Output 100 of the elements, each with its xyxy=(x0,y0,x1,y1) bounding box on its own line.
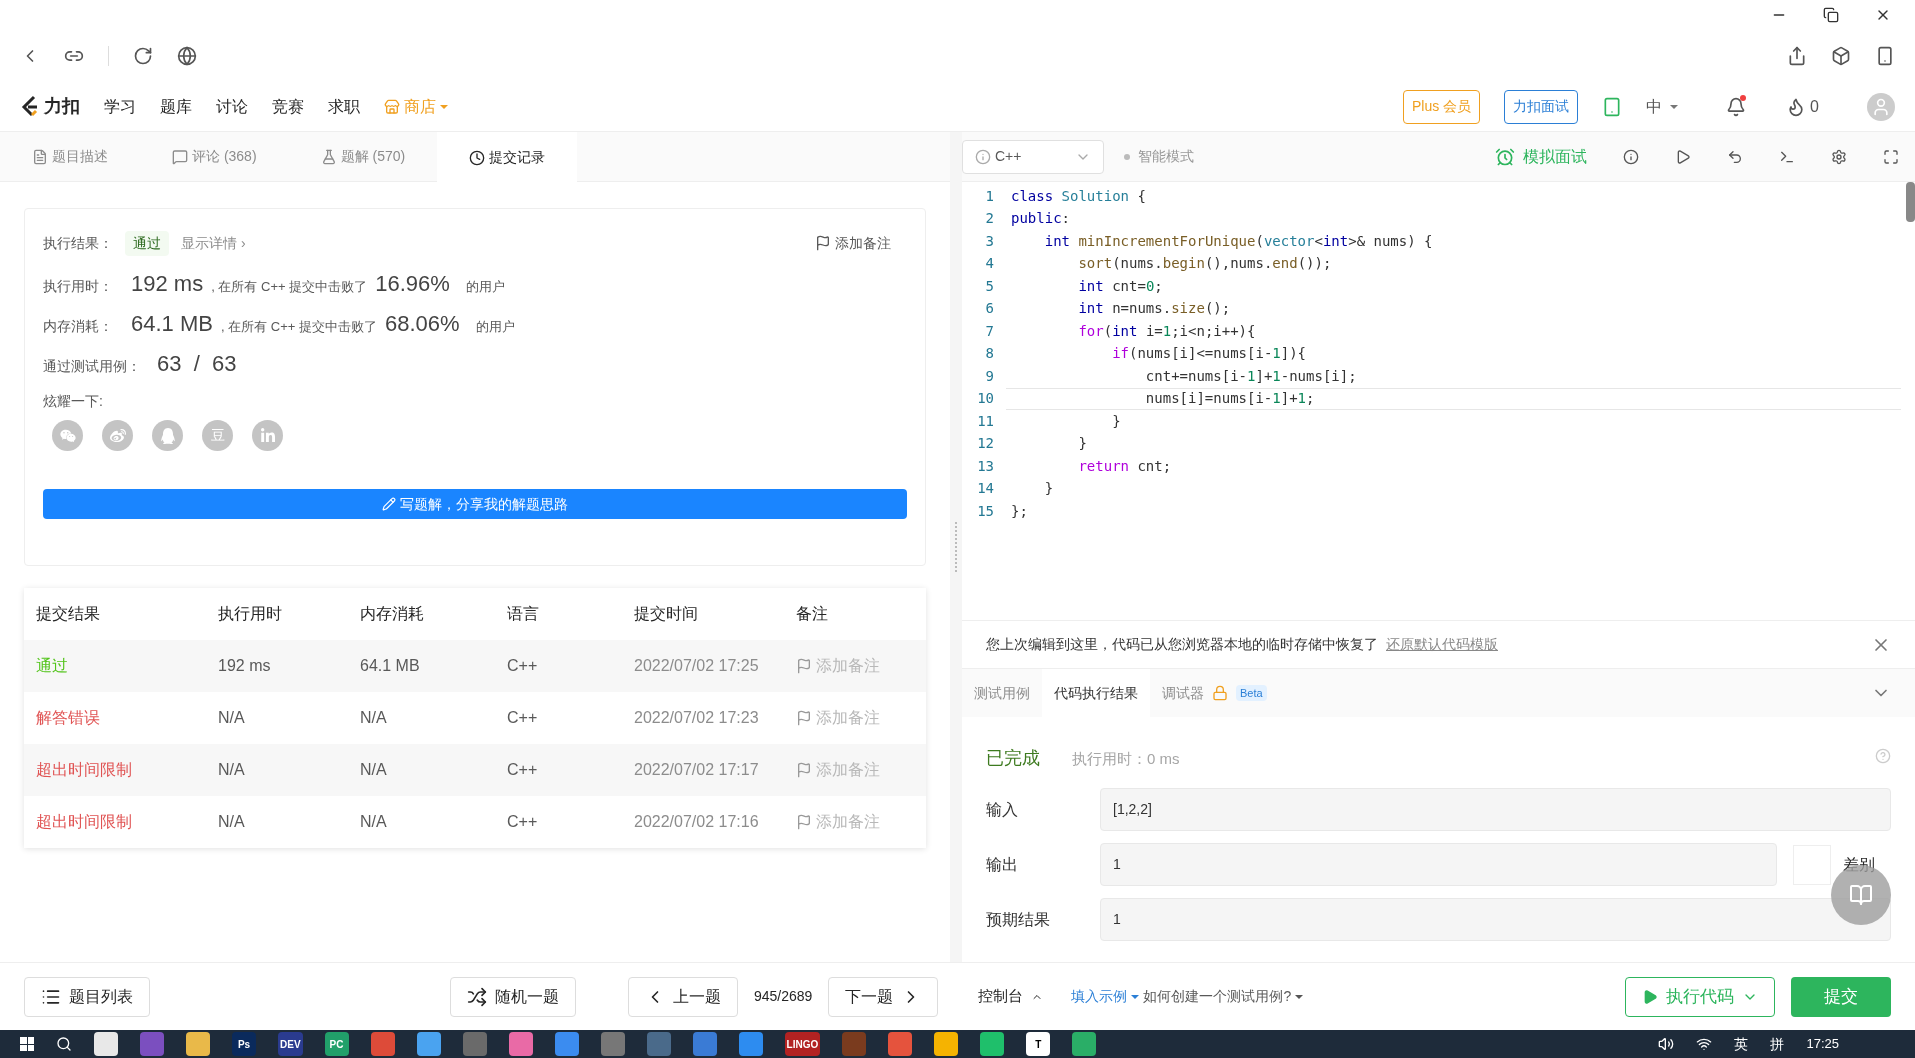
console-tab[interactable]: 代码执行结果 xyxy=(1042,669,1150,717)
weibo-icon xyxy=(109,427,126,444)
details-link[interactable]: 显示详情 › xyxy=(181,232,246,254)
column-header: 提交结果 xyxy=(36,604,101,624)
volume-icon[interactable] xyxy=(1658,1036,1675,1052)
plus-member-button[interactable]: Plus 会员 xyxy=(1402,89,1481,124)
panel-tab[interactable]: 评论 (368) xyxy=(140,132,289,181)
line-number: 5 xyxy=(984,276,995,296)
nav-link[interactable]: 竞赛 xyxy=(272,94,304,119)
nav-link[interactable]: 题库 xyxy=(160,94,192,119)
language-menu[interactable]: 中 xyxy=(1646,94,1679,119)
language-select[interactable]: C++ xyxy=(962,139,1104,174)
diff-toggle[interactable] xyxy=(1793,844,1831,885)
console-tab[interactable]: 调试器 Beta xyxy=(1150,669,1279,717)
random-problem-button[interactable]: 随机一题 xyxy=(450,976,576,1017)
clock[interactable]: 17:25 xyxy=(1806,1034,1839,1054)
line-number: 4 xyxy=(984,254,995,274)
smart-mode-toggle[interactable]: 智能模式 xyxy=(1138,146,1194,167)
problem-list-button[interactable]: 题目列表 xyxy=(24,976,150,1017)
phone-icon[interactable] xyxy=(1875,46,1895,66)
previous-button[interactable]: 上一题 xyxy=(628,976,738,1017)
reset-icon[interactable] xyxy=(1727,148,1743,165)
app-icon[interactable]: PC xyxy=(324,1032,349,1056)
status-text[interactable]: 解答错误 xyxy=(36,706,218,730)
app-icon[interactable] xyxy=(692,1032,717,1056)
app-icon[interactable]: DEV xyxy=(278,1032,303,1056)
search-icon[interactable] xyxy=(56,1036,72,1052)
app-icon[interactable]: LINGO xyxy=(784,1032,821,1056)
line-number: 15 xyxy=(976,501,995,521)
write-solution-button[interactable]: 写题解，分享我的解题思路 xyxy=(43,489,907,519)
app-icon[interactable] xyxy=(738,1032,763,1056)
restore-icon[interactable] xyxy=(1823,7,1839,23)
caret-icon xyxy=(1295,994,1304,999)
app-icon[interactable] xyxy=(888,1032,913,1056)
alarm-clock-icon xyxy=(1495,146,1515,167)
code-line: cnt+=nums[i-1]+1-nums[i]; xyxy=(1144,366,1358,386)
ime-mode[interactable]: 拼 xyxy=(1770,1033,1785,1055)
interview-button[interactable]: 力扣面试 xyxy=(1504,89,1579,124)
start-icon[interactable] xyxy=(20,1037,34,1051)
table-cell-text: N/A xyxy=(360,812,388,832)
flag-icon xyxy=(796,658,812,674)
mock-interview-button[interactable]: 模拟面试 xyxy=(1495,144,1587,169)
run-code-button[interactable]: 执行代码 xyxy=(1625,976,1775,1017)
resize-handle[interactable] xyxy=(955,522,957,572)
nav-link[interactable]: 学习 xyxy=(104,94,136,119)
app-icon[interactable] xyxy=(980,1032,1005,1056)
wifi-icon[interactable] xyxy=(1696,1036,1713,1052)
progress-text: 945/2689 xyxy=(754,987,813,1006)
stat-value: 192 ms xyxy=(131,270,204,298)
panel-tab[interactable]: 题目描述 xyxy=(0,132,140,181)
share-icon[interactable] xyxy=(1787,46,1807,66)
stat-text: , 在所有 C++ 提交中击败了 xyxy=(220,318,377,336)
column-header: 备注 xyxy=(796,604,828,624)
panel-tab[interactable]: 提交记录 xyxy=(437,132,578,183)
code-line: } xyxy=(1043,479,1055,499)
app-icon[interactable] xyxy=(508,1032,533,1056)
bell-icon[interactable] xyxy=(1726,96,1747,117)
app-icon[interactable] xyxy=(934,1032,959,1056)
tablet-icon[interactable] xyxy=(1602,96,1623,117)
next-button[interactable]: 下一题 xyxy=(828,976,939,1017)
app-icon[interactable] xyxy=(600,1032,625,1056)
table-cell-text: C++ xyxy=(507,760,539,780)
status-text[interactable]: 超出时间限制 xyxy=(36,758,218,782)
nav-link[interactable]: 求职 xyxy=(328,94,360,119)
reload-icon[interactable] xyxy=(133,46,153,66)
line-number: 13 xyxy=(976,456,995,476)
panel-tab[interactable]: 题解 (570) xyxy=(288,132,438,181)
store-icon xyxy=(384,98,400,115)
app-icon[interactable]: Ps xyxy=(232,1032,256,1056)
caret-icon xyxy=(440,104,448,109)
nav-link[interactable]: 讨论 xyxy=(216,94,248,119)
ime-indicator[interactable]: 英 xyxy=(1734,1033,1749,1055)
code-line: return cnt; xyxy=(1077,456,1173,476)
flag-icon xyxy=(815,235,831,251)
console-tab[interactable]: 测试用例 xyxy=(962,669,1042,717)
app-icon[interactable]: T xyxy=(1026,1032,1051,1056)
cube-icon[interactable] xyxy=(1831,46,1851,66)
app-icon[interactable] xyxy=(416,1032,441,1056)
table-cell-text: 192 ms xyxy=(218,656,272,676)
stat-value: 64.1 MB xyxy=(131,310,213,338)
console-toggle[interactable]: 控制台 xyxy=(978,985,1044,1008)
field-label: 输入 xyxy=(986,799,1019,820)
play-icon[interactable] xyxy=(1675,148,1691,165)
globe-icon[interactable] xyxy=(177,46,197,66)
qq-icon xyxy=(159,427,176,444)
app-icon[interactable] xyxy=(554,1032,579,1056)
how-to-link[interactable]: 如何创建一个测试用例? xyxy=(1143,986,1304,1007)
cases-value: 63 / 63 xyxy=(157,350,237,378)
submit-button[interactable]: 提交 xyxy=(1791,976,1891,1017)
settings-icon[interactable] xyxy=(1831,148,1847,165)
fill-example-button[interactable]: 填入示例 xyxy=(1071,986,1140,1007)
scrollbar[interactable] xyxy=(1906,182,1915,222)
app-icon[interactable] xyxy=(370,1032,395,1056)
app-icon[interactable] xyxy=(1072,1032,1097,1056)
fullscreen-icon[interactable] xyxy=(1883,148,1899,165)
logo-text[interactable]: 力扣 xyxy=(44,93,80,120)
info-icon[interactable] xyxy=(1623,148,1639,165)
add-note-button[interactable]: 添加备注 xyxy=(815,232,891,254)
status-text[interactable]: 超出时间限制 xyxy=(36,810,218,834)
restore-template-link[interactable]: 还原默认代码模版 xyxy=(1386,634,1498,655)
